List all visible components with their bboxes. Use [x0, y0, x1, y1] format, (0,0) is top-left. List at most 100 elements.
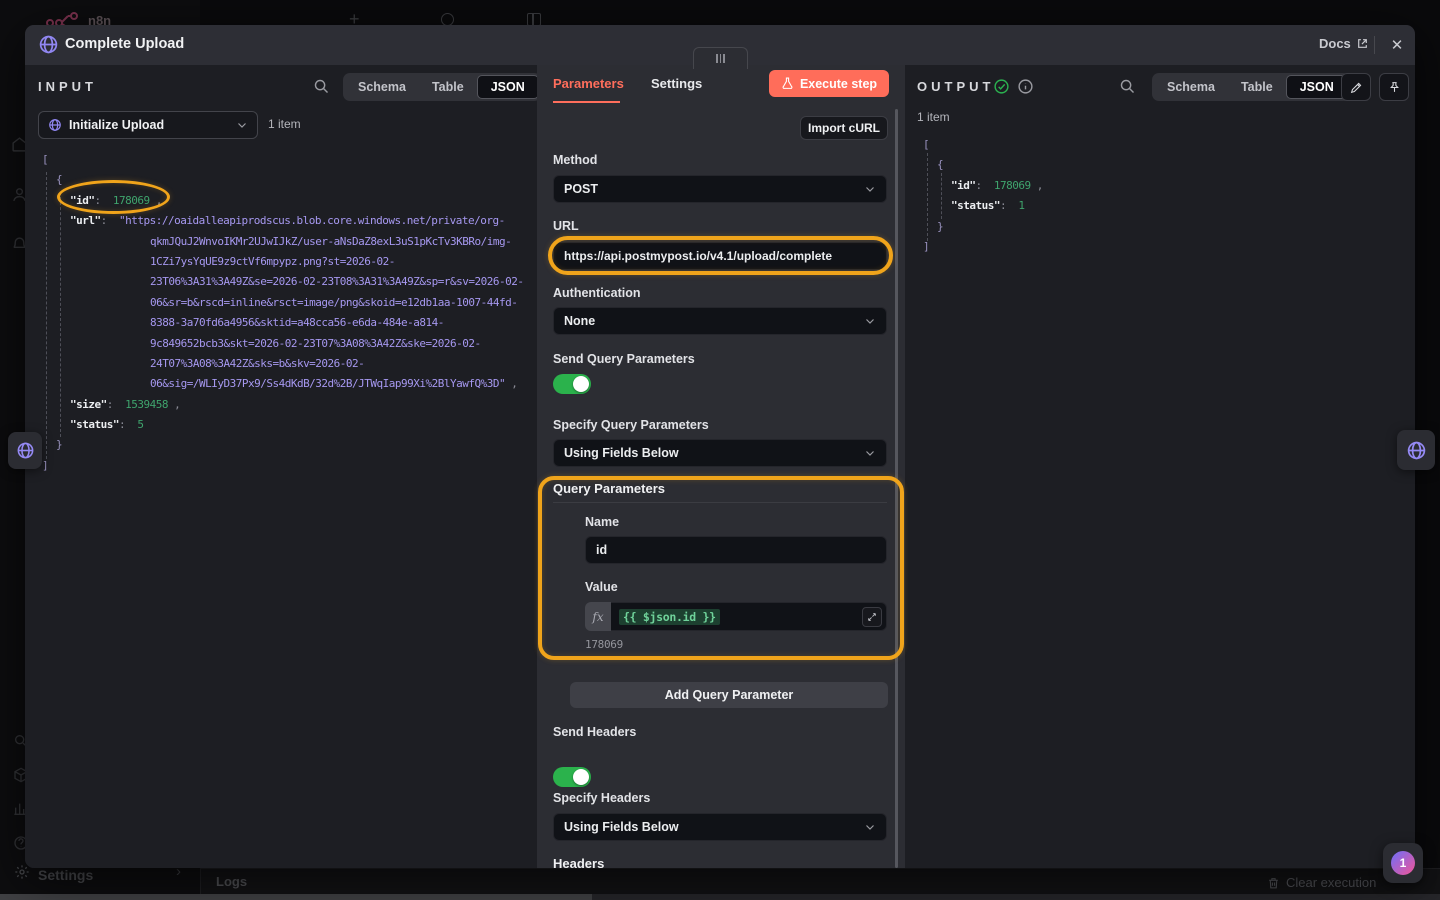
tab-schema[interactable]: Schema	[345, 76, 419, 98]
output-endpoint-button[interactable]	[1397, 430, 1435, 470]
qp-value-row: fx {{ $json.id }}	[585, 602, 887, 631]
specify-query-select[interactable]: Using Fields Below	[553, 439, 887, 467]
panel-drag-handle[interactable]	[693, 47, 748, 69]
external-link-icon	[1356, 37, 1369, 50]
expand-icon	[867, 612, 877, 622]
tab-table[interactable]: Table	[1228, 76, 1286, 98]
docs-label: Docs	[1319, 36, 1351, 51]
code-line: "url": "https://oaidalleapiprodscus.blob…	[42, 211, 532, 231]
search-icon[interactable]	[313, 78, 330, 95]
input-endpoint-button[interactable]	[8, 432, 42, 469]
qp-name-input[interactable]: id	[585, 536, 887, 564]
open-expression-editor-button[interactable]	[862, 607, 882, 627]
chevron-down-icon	[864, 447, 876, 459]
qp-value-expression-input[interactable]: {{ $json.id }}	[611, 602, 887, 631]
indent-guide	[941, 173, 942, 219]
method-value: POST	[564, 182, 864, 196]
tab-schema[interactable]: Schema	[1154, 76, 1228, 98]
authentication-value: None	[564, 314, 864, 328]
code-line: "status": 5	[42, 415, 532, 435]
code-line: "size": 1539458 ,	[42, 395, 532, 415]
send-query-label: Send Query Parameters	[553, 352, 695, 366]
code-line: "id": 178069 ,	[923, 176, 1403, 196]
pencil-icon	[1350, 81, 1363, 94]
code-line: 24T07%3A08%3A42Z&sks=b&skv=2026-02-	[42, 354, 532, 374]
code-line: 9c849652bcb3&skt=2026-02-23T07%3A08%3A42…	[42, 334, 532, 354]
input-json-view: [{"id": 178069 ,"url": "https://oaidalle…	[42, 150, 532, 476]
output-panel-title: OUTPUT	[917, 79, 994, 94]
sidebar-item-settings[interactable]: Settings	[38, 867, 93, 883]
code-line: [	[923, 135, 1403, 155]
section-divider	[553, 502, 887, 503]
expression-result-preview: 178069	[585, 638, 623, 651]
code-line: {	[42, 170, 532, 190]
code-line: 8388-3a70fd6a4956&sktid=a48cca56-e6da-48…	[42, 313, 532, 333]
chevron-down-icon	[236, 119, 248, 131]
input-panel-title: INPUT	[38, 79, 97, 94]
code-line: "status": 1	[923, 196, 1403, 216]
code-line: ]	[42, 456, 532, 476]
code-line: {	[923, 155, 1403, 175]
tab-table[interactable]: Table	[419, 76, 477, 98]
chevron-down-icon	[864, 183, 876, 195]
authentication-select[interactable]: None	[553, 307, 887, 335]
parameters-scrollbar[interactable]	[895, 109, 898, 868]
input-view-tabs: Schema Table JSON	[343, 73, 541, 101]
code-line: 1CZi7ysYqUE9z9ctVf6mpypz.png?st=2026-02-	[42, 252, 532, 272]
edit-output-button[interactable]	[1341, 73, 1371, 101]
input-items-count: 1 item	[268, 117, 301, 131]
docs-link[interactable]: Docs	[1319, 36, 1369, 51]
specify-headers-select[interactable]: Using Fields Below	[553, 813, 887, 841]
specify-query-value: Using Fields Below	[564, 446, 864, 460]
send-headers-label: Send Headers	[553, 725, 636, 739]
pin-icon	[1388, 81, 1401, 94]
code-line: 06&sr=b&rscd=inline&rsct=image/png&skoid…	[42, 293, 532, 313]
send-headers-toggle[interactable]	[553, 767, 591, 787]
assistant-badge: 1	[1391, 851, 1415, 875]
logs-panel-title[interactable]: Logs	[216, 874, 247, 889]
indent-guide	[60, 192, 61, 437]
send-query-toggle[interactable]	[553, 374, 591, 394]
code-line: "id": 178069 ,	[42, 191, 532, 211]
indent-guide	[46, 172, 47, 459]
headers-title: Headers	[553, 856, 604, 868]
query-parameters-title: Query Parameters	[553, 481, 665, 496]
add-query-parameter-button[interactable]: Add Query Parameter	[570, 682, 888, 708]
execute-step-button[interactable]: Execute step	[769, 70, 889, 97]
tab-json[interactable]: JSON	[477, 75, 539, 99]
input-panel: INPUT Schema Table JSON Initialize Uploa…	[25, 65, 537, 868]
input-source-value: Initialize Upload	[69, 118, 229, 132]
code-line: qkmJQuJ2WnvoIKMr2UJwIJkZ/user-aNsDaZ8exL…	[42, 232, 532, 252]
assistant-button[interactable]: 1	[1383, 843, 1423, 883]
specify-headers-label: Specify Headers	[553, 791, 650, 805]
method-select[interactable]: POST	[553, 175, 887, 203]
flask-icon	[781, 77, 794, 90]
specify-query-label: Specify Query Parameters	[553, 418, 709, 432]
code-line: }	[42, 435, 532, 455]
input-source-select[interactable]: Initialize Upload	[38, 111, 258, 139]
header-divider	[1374, 36, 1375, 54]
tab-settings[interactable]: Settings	[651, 76, 702, 91]
clear-execution-button[interactable]: Clear execution	[1286, 875, 1376, 890]
url-input[interactable]: https://api.postmypost.io/v4.1/upload/co…	[553, 242, 887, 270]
qp-name-label: Name	[585, 515, 619, 529]
code-line: 06&sig=/WLIyD37Px9/Ss4dKdB/32d%2B/JTWqIa…	[42, 374, 532, 394]
tab-parameters[interactable]: Parameters	[553, 76, 624, 91]
logs-panel-bar	[200, 868, 1440, 894]
expression-text: {{ $json.id }}	[619, 609, 720, 625]
code-line: [	[42, 150, 532, 170]
chevron-down-icon	[864, 315, 876, 327]
info-icon[interactable]	[1017, 78, 1034, 95]
close-icon[interactable]: ✕	[1383, 31, 1411, 59]
tab-json[interactable]: JSON	[1286, 75, 1348, 99]
http-node-globe-icon	[38, 34, 59, 55]
authentication-label: Authentication	[553, 286, 641, 300]
code-line: }	[923, 217, 1403, 237]
globe-icon	[16, 441, 35, 460]
logs-scrollbar[interactable]	[0, 894, 592, 900]
active-tab-underline	[553, 101, 620, 103]
pin-data-button[interactable]	[1379, 73, 1409, 101]
output-view-tabs: Schema Table JSON	[1152, 73, 1350, 101]
search-icon[interactable]	[1119, 78, 1136, 95]
import-curl-button[interactable]: Import cURL	[800, 116, 888, 140]
